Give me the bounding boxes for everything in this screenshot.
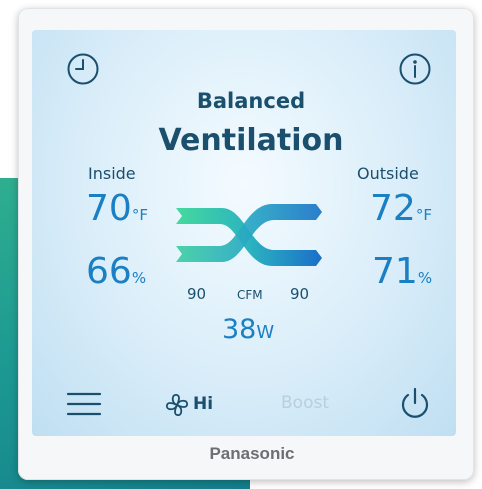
power-icon[interactable] (398, 386, 432, 422)
outside-temp-unit: °F (415, 206, 432, 224)
menu-icon[interactable] (66, 390, 102, 418)
fan-icon (165, 393, 189, 417)
inside-humidity-value: 66 (86, 251, 132, 292)
outside-humidity: 71% (372, 251, 432, 292)
info-icon[interactable] (398, 52, 432, 86)
fan-speed-label: Hi (193, 394, 214, 414)
airflow-unit: CFM (237, 288, 263, 302)
power-value: 38 (222, 314, 257, 345)
brand-logo: Panasonic (209, 444, 295, 463)
power-unit: W (256, 322, 275, 343)
mode-title-line2: Ventilation (158, 123, 344, 158)
supply-airflow: 90 (187, 285, 207, 303)
inside-label: Inside (88, 164, 136, 183)
fan-speed-button[interactable]: Hi (164, 389, 234, 421)
clock-icon[interactable] (66, 52, 100, 86)
airflow-exchange-icon (176, 204, 322, 266)
inside-temperature: 70°F (86, 188, 148, 229)
boost-button[interactable]: Boost (281, 393, 329, 413)
inside-temp-value: 70 (86, 188, 132, 229)
inside-humidity-unit: % (131, 269, 147, 287)
outside-temp-value: 72 (370, 188, 416, 229)
inside-temp-unit: °F (131, 206, 148, 224)
outside-temperature: 72°F (370, 188, 432, 229)
exhaust-airflow: 90 (290, 285, 310, 303)
outside-humidity-value: 71 (372, 251, 418, 292)
outside-label: Outside (357, 164, 419, 183)
outside-humidity-unit: % (417, 269, 433, 287)
power-consumption: 38W (222, 314, 274, 345)
inside-humidity: 66% (86, 251, 146, 292)
mode-title-line1: Balanced (196, 89, 306, 113)
